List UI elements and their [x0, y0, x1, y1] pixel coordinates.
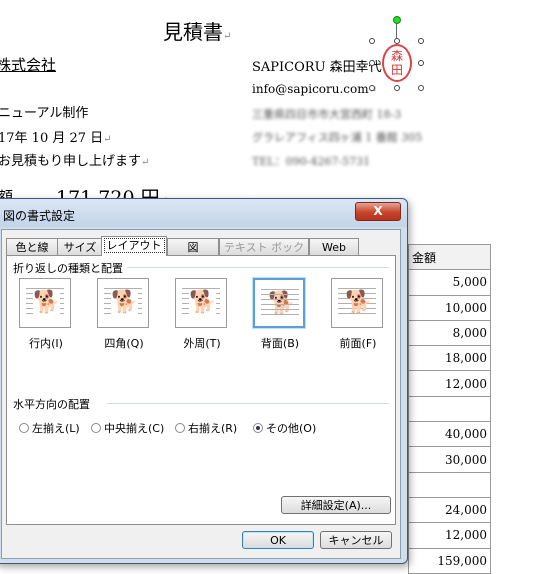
radio-button-icon [175, 423, 185, 433]
table-row: 5,000 [408, 269, 491, 296]
close-button[interactable]: X [355, 202, 401, 221]
close-icon: X [373, 204, 383, 218]
sender-building-blurred: グラレアフィス四ヶ浦 1 番館 305 [252, 131, 423, 144]
amount-cell [408, 471, 491, 498]
tab-colors-lines[interactable]: 色と線 [6, 238, 58, 255]
advanced-settings-button[interactable]: 詳細設定(A)... [281, 496, 391, 514]
rotation-handle-line [396, 23, 397, 38]
wrap-section-label: 折り返しの種類と配置 [13, 262, 123, 275]
amount-cell: 30,000 [408, 446, 491, 473]
client-company-name: 株式会社 [0, 56, 57, 74]
wrap-square-option[interactable]: 🐕 四角(Q) [97, 278, 151, 351]
amount-cell: 12,000 [408, 370, 491, 397]
table-row: 10,000 [408, 294, 491, 321]
dog-tight-icon: 🐕 [189, 290, 217, 315]
document-title: 見積書↵ [163, 20, 232, 44]
tab-picture[interactable]: 図 [167, 238, 219, 255]
subject-line: ニューアル制作 [0, 106, 89, 121]
wrap-behind-option[interactable]: 🐕 背面(B) [252, 277, 307, 351]
amount-cell: 5,000 [408, 269, 491, 296]
amount-cell: 159,000 [408, 547, 491, 574]
tab-layout[interactable]: レイアウト [101, 236, 167, 256]
amount-column-table: 金額 5,000 10,000 8,000 18,000 12,000 40,0… [408, 243, 491, 574]
amount-cell: 40,000 [408, 421, 491, 448]
resize-handle-w[interactable] [369, 60, 375, 66]
radio-align-center[interactable]: 中央揃え(C) [91, 420, 164, 436]
amount-cell [408, 395, 491, 423]
cancel-button[interactable]: キャンセル [320, 531, 392, 549]
section-divider [107, 403, 389, 404]
date-line: 17年 10 月 27 日↵ [0, 131, 112, 146]
table-row: 159,000 [408, 547, 491, 574]
table-row: 30,000 [408, 446, 491, 473]
table-row: 8,000 [408, 319, 491, 347]
dog-square-icon: 🐕 [111, 290, 139, 315]
radio-align-right[interactable]: 右揃え(R) [175, 420, 237, 436]
format-picture-dialog: 図の書式設定 X 色と線 サイズ レイアウト 図 テキスト ボックス Web 折… [0, 198, 408, 564]
table-row: 18,000 [408, 345, 491, 372]
section-divider [127, 267, 389, 268]
wrap-inline-option[interactable]: 🐕 行内(I) [19, 278, 73, 351]
table-row: 12,000 [408, 370, 491, 397]
wrap-tight-option[interactable]: 🐕 外周(T) [175, 278, 229, 351]
table-row [408, 395, 491, 423]
table-row [408, 471, 491, 498]
tab-web[interactable]: Web [309, 238, 359, 255]
sender-name: SAPICORU 森田幸代 [252, 60, 382, 75]
radio-align-left[interactable]: 左揃え(L) [19, 420, 80, 436]
resize-handle-n[interactable] [394, 38, 400, 44]
resize-handle-nw[interactable] [369, 38, 375, 44]
amount-column-header: 金額 [408, 243, 491, 271]
rotation-handle[interactable] [393, 16, 401, 24]
align-section-label: 水平方向の配置 [13, 398, 90, 411]
sender-email: info@sapicoru.com↵ [252, 82, 377, 96]
resize-handle-se[interactable] [418, 85, 424, 91]
ok-button[interactable]: OK [242, 531, 314, 549]
amount-cell: 18,000 [408, 345, 491, 372]
resize-handle-ne[interactable] [418, 38, 424, 44]
layout-tab-panel: 折り返しの種類と配置 🐕 行内(I) 🐕 四角(Q) 🐕 外周(T) 🐕 背面(… [6, 255, 396, 525]
dialog-client-area: 色と線 サイズ レイアウト 図 テキスト ボックス Web 折り返しの種類と配置… [1, 229, 401, 559]
amount-cell: 24,000 [408, 496, 491, 524]
tab-text-box: テキスト ボックス [219, 238, 309, 271]
dialog-title: 図の書式設定 [3, 209, 76, 223]
amount-cell: 8,000 [408, 319, 491, 347]
wrap-front-option[interactable]: 🐕 前面(F) [331, 278, 385, 351]
radio-button-icon [19, 423, 29, 433]
table-row: 12,000 [408, 522, 491, 549]
amount-cell: 10,000 [408, 294, 491, 321]
table-row: 40,000 [408, 421, 491, 448]
resize-handle-s[interactable] [394, 85, 400, 91]
radio-align-other[interactable]: その他(O) [253, 420, 316, 436]
resize-handle-sw[interactable] [369, 85, 375, 91]
sender-phone-blurred: TEL：090-4267-5731 [252, 155, 371, 168]
dog-front-icon: 🐕 [345, 290, 373, 315]
seal-stamp-image[interactable]: 森田 [382, 44, 412, 82]
radio-button-selected-icon [253, 423, 263, 433]
dog-inline-icon: 🐕 [33, 290, 61, 315]
greeting-line: お見積もり申し上げます↵ [0, 154, 150, 169]
tab-size[interactable]: サイズ [57, 238, 103, 255]
resize-handle-e[interactable] [418, 60, 424, 66]
radio-button-icon [91, 423, 101, 433]
amount-cell: 12,000 [408, 522, 491, 549]
table-row: 24,000 [408, 496, 491, 524]
dialog-titlebar[interactable]: 図の書式設定 X [0, 199, 407, 227]
sender-address-blurred: 三重県四日市市大宮西町 18-3 [252, 108, 402, 121]
